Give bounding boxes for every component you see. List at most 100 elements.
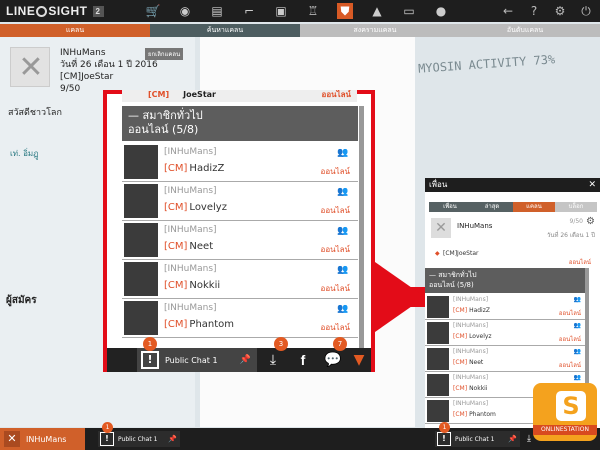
help-icon[interactable]: ? xyxy=(526,3,542,19)
chat-bubble-badge: 7 xyxy=(333,337,347,351)
member-name-text: Lovelyz xyxy=(189,202,227,213)
friends-clan-name: INHuMans xyxy=(457,222,493,230)
member-clan: [INHuMans] xyxy=(453,322,489,329)
member-name: [CM] Nokkii xyxy=(164,280,220,291)
tab-recent[interactable]: ล่าสุด xyxy=(471,202,513,212)
friends-group-header[interactable]: — สมาชิกทั่วไป ออนไลน์ (5/8) xyxy=(425,268,585,293)
zoom-group-header[interactable]: — สมาชิกทั่วไป ออนไลน์ (5/8) xyxy=(122,106,358,141)
avatar xyxy=(427,400,449,422)
arrow-down-icon[interactable]: ▼ xyxy=(347,348,371,372)
save-icon[interactable]: ▣ xyxy=(273,3,289,19)
facebook-icon[interactable]: f xyxy=(291,348,315,372)
avatar xyxy=(427,296,449,318)
clan-emblem-small: ✕ xyxy=(431,218,451,238)
leave-clan-button[interactable]: ยกเลิกแคลน xyxy=(145,48,184,60)
people-icon[interactable]: 👥 xyxy=(574,374,581,381)
myosin-activity-text: MYOSIN ACTIVITY 73% xyxy=(417,52,556,76)
member-status: ออนไลน์ xyxy=(320,284,350,293)
member-name: [CM] Lovelyz xyxy=(453,333,492,340)
zoom-leader-row: [CM] JoeStar ออนไลน์ xyxy=(122,90,357,102)
member-tag: [CM] xyxy=(453,411,468,418)
back-icon[interactable]: ← xyxy=(500,3,516,19)
member-name-text: Phantom xyxy=(189,319,235,330)
people-icon[interactable]: 👥 xyxy=(337,226,350,236)
friends-clan-count: 9/50 xyxy=(569,218,583,225)
logo-gear-icon xyxy=(36,5,48,17)
friend-member-row[interactable]: [INHuMans] [CM] Lovelyz 👥 ออนไลน์ xyxy=(425,320,585,346)
people-icon[interactable]: 👥 xyxy=(337,304,350,314)
pin-icon[interactable]: 📌 xyxy=(168,435,177,443)
member-status: ออนไลน์ xyxy=(320,167,350,176)
people-icon[interactable]: 👥 xyxy=(337,265,350,275)
member-status: ออนไลน์ xyxy=(320,245,350,254)
chat-bubble-icon[interactable]: 💬 xyxy=(321,348,345,372)
bottom-public-chat[interactable]: ! Public Chat 1 📌 xyxy=(98,431,180,447)
tab-clan-war[interactable]: สงครามแคลน xyxy=(300,24,450,37)
member-tag: [CM] xyxy=(453,385,468,392)
friends-tabs: เพื่อน ล่าสุด แคลน บล็อก xyxy=(429,202,597,212)
member-clan: [INHuMans] xyxy=(453,348,489,355)
avatar xyxy=(124,184,158,218)
people-icon[interactable]: 👥 xyxy=(337,148,350,158)
tent-icon[interactable]: ▲ xyxy=(369,3,385,19)
tab-block[interactable]: บล็อก xyxy=(555,202,597,212)
package-icon[interactable]: ▤ xyxy=(209,3,225,19)
member-status: ออนไลน์ xyxy=(558,362,581,369)
people-icon[interactable]: 👥 xyxy=(574,296,581,303)
member-name: [CM] HadizZ xyxy=(453,307,490,314)
shop-cart-icon[interactable]: 🛒 xyxy=(145,3,161,19)
pin-icon[interactable]: 📌 xyxy=(508,435,517,443)
member-clan: [INHuMans] xyxy=(164,147,217,157)
clan-emblem-x-icon: ✕ xyxy=(18,50,44,85)
right-public-chat[interactable]: ! Public Chat 1 📌 xyxy=(435,431,520,447)
people-icon[interactable]: 👥 xyxy=(574,348,581,355)
member-tag: [CM] xyxy=(164,241,188,252)
tab-clan-ranking[interactable]: อันดับแคลน xyxy=(450,24,600,37)
gear-icon[interactable]: ⚙ xyxy=(586,216,595,227)
member-row[interactable]: [INHuMans] [CM] HadizZ 👥 ออนไลน์ xyxy=(122,143,358,182)
people-icon[interactable]: 👥 xyxy=(337,187,350,197)
tab-friends[interactable]: เพื่อน xyxy=(429,202,471,212)
bulb-icon[interactable]: ● xyxy=(433,3,449,19)
bottom-clan-tab[interactable]: ✕ INHuMans xyxy=(0,428,85,450)
tab-search-clan[interactable]: ค้นหาแคลน xyxy=(150,24,300,37)
member-name: [CM] Lovelyz xyxy=(164,202,227,213)
avatar xyxy=(124,262,158,296)
close-icon[interactable]: ✕ xyxy=(588,178,596,192)
member-status: ออนไลน์ xyxy=(558,336,581,343)
gun-icon[interactable]: ⌐ xyxy=(241,3,257,19)
monitor-icon[interactable]: ▭ xyxy=(401,3,417,19)
member-name: [CM] Nokkii xyxy=(453,385,488,392)
pin-icon[interactable]: 📌 xyxy=(240,355,251,365)
clan-more-link[interactable]: เท่. อิ่มฏู xyxy=(10,147,39,160)
member-row[interactable]: [INHuMans] [CM] Lovelyz 👥 ออนไลน์ xyxy=(122,182,358,221)
member-name-text: Nokkii xyxy=(189,280,221,291)
member-status: ออนไลน์ xyxy=(558,310,581,317)
avatar xyxy=(427,374,449,396)
tab-clan[interactable]: แคลน xyxy=(0,24,150,37)
member-row[interactable]: [INHuMans] [CM] Phantom 👥 ออนไลน์ xyxy=(122,299,358,338)
friend-member-row[interactable]: [INHuMans] [CM] Neet 👥 ออนไลน์ xyxy=(425,346,585,372)
public-chat-tab[interactable]: ! Public Chat 1 📌 xyxy=(137,348,257,372)
shield-icon[interactable]: ⛊ xyxy=(337,3,353,19)
friend-member-row[interactable]: [INHuMans] [CM] HadizZ 👥 ออนไลน์ xyxy=(425,294,585,320)
mask-icon[interactable]: ◉ xyxy=(177,3,193,19)
applicants-heading: ผู้สมัคร xyxy=(6,295,37,306)
trophy-icon[interactable]: ♖ xyxy=(305,3,321,19)
member-row[interactable]: [INHuMans] [CM] Neet 👥 ออนไลน์ xyxy=(122,221,358,260)
power-icon[interactable]: ⏻ xyxy=(578,3,594,19)
settings-icon[interactable]: ⚙ xyxy=(552,3,568,19)
clan-emblem: ✕ xyxy=(10,47,50,87)
friends-leader-row[interactable]: ◆ [CM]JoeStar ออนไลน์ xyxy=(429,248,597,266)
zoom-arrow-head xyxy=(375,262,425,332)
bottom-chat-badge: 1 xyxy=(102,422,113,433)
zoom-scrollbar[interactable] xyxy=(359,106,364,356)
clan-name: INHuMans xyxy=(60,48,106,58)
download-icon[interactable]: ⤓ xyxy=(261,348,285,372)
chat-badge: 1 xyxy=(143,337,157,351)
tab-clan-friends[interactable]: แคลน xyxy=(513,202,555,212)
people-icon[interactable]: 👥 xyxy=(574,322,581,329)
member-status: ออนไลน์ xyxy=(320,206,350,215)
member-name: [CM] Phantom xyxy=(164,319,234,330)
member-row[interactable]: [INHuMans] [CM] Nokkii 👥 ออนไลน์ xyxy=(122,260,358,299)
